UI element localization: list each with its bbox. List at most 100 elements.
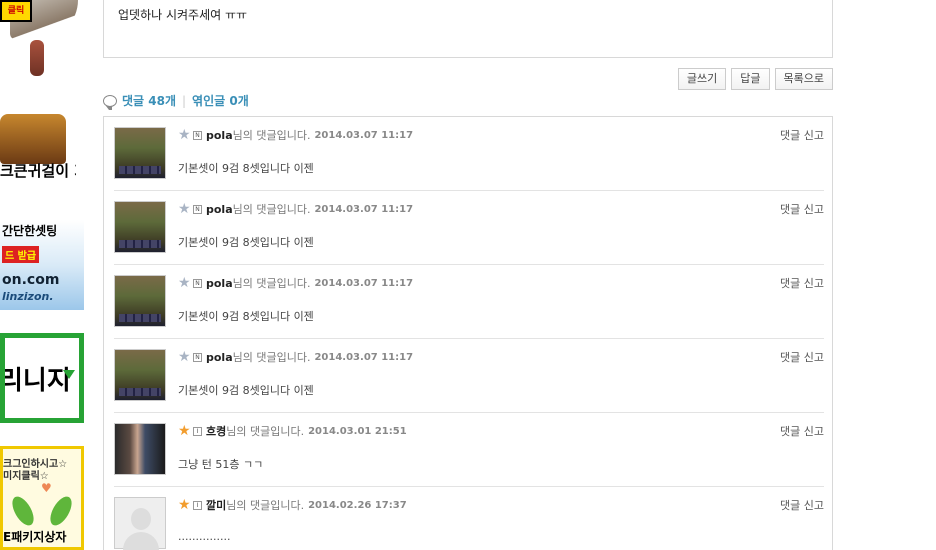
comment-author-suffix: 님의 댓글입니다. [226,499,305,512]
comment-author[interactable]: 깔미 [206,497,226,513]
banner-setting-line1: 간단한셋팅 [2,224,58,238]
comment-author[interactable]: pola [206,351,233,364]
star-rank-icon: ★ [178,349,191,365]
avatar[interactable] [114,127,166,179]
post-button-row: 글쓰기 답글 목록으로 [677,68,833,90]
comment-item: ★ I 깔미 님의 댓글입니다. 2014.02.26 17:37 댓글 신고......… [114,487,824,550]
comment-report-link[interactable]: 신고 [804,425,824,438]
heart-icon: ♥ [41,481,52,495]
comment-count-link[interactable]: 댓글 48개 [122,92,176,109]
star-rank-icon: ★ [178,127,191,143]
trackback-count-link[interactable]: 엮인글 0개 [192,92,249,109]
divider: | [182,93,187,108]
comment-meta: ★ I 흐켱 님의 댓글입니다. 2014.03.01 21:51 [178,423,407,439]
comment-author[interactable]: pola [206,203,233,216]
banner-lineage-text: 리니지 [0,366,71,396]
comment-actions: 댓글 신고 [780,349,824,365]
comment-author[interactable]: pola [206,129,233,142]
comment-reply-link[interactable]: 댓글 [780,277,800,290]
comment-report-link[interactable]: 신고 [804,129,824,142]
list-button[interactable]: 목록으로 [774,68,833,90]
bird-legs-image [30,40,44,76]
comment-reply-link[interactable]: 댓글 [780,351,800,364]
comment-actions: 댓글 신고 [780,497,824,513]
comment-body: ............... [178,530,231,543]
comment-item: ★ Npola 님의 댓글입니다. 2014.03.07 11:17 댓글 신고기본셋이… [114,191,824,265]
comment-body: 기본셋이 9검 8셋입니다 이젠 [178,310,314,323]
comment-reply-link[interactable]: 댓글 [780,425,800,438]
avatar[interactable] [114,275,166,327]
comment-actions: 댓글 신고 [780,275,824,291]
comment-meta: ★ Npola 님의 댓글입니다. 2014.03.07 11:17 [178,275,413,291]
comment-date: 2014.03.07 11:17 [314,129,414,141]
comment-item: ★ I 흐켱 님의 댓글입니다. 2014.03.01 21:51 댓글 신고그냥 턴 5… [114,413,824,487]
speech-bubble-icon [103,94,117,110]
comment-report-link[interactable]: 신고 [804,203,824,216]
comment-reply-link[interactable]: 댓글 [780,129,800,142]
banner-earring-text: 크큰귀걸이 가요 [0,162,76,180]
reply-button[interactable]: 답글 [731,68,770,90]
level-badge-icon: N [193,352,202,362]
level-badge-icon: N [193,130,202,140]
avatar[interactable] [114,497,166,550]
comment-report-link[interactable]: 신고 [804,499,824,512]
comment-date: 2014.03.07 11:17 [314,277,414,289]
level-badge-icon: N [193,204,202,214]
banner-setting-line2: on.com [2,272,60,288]
comment-report-link[interactable]: 신고 [804,351,824,364]
comment-meta: ★ Npola 님의 댓글입니다. 2014.03.07 11:17 [178,201,413,217]
star-rank-icon: ★ [178,201,191,217]
comment-body: 기본셋이 9검 8셋입니다 이젠 [178,384,314,397]
comment-list: ★ Npola 님의 댓글입니다. 2014.03.07 11:17 댓글 신고 기본셋이… [103,116,833,550]
comment-date: 2014.03.07 11:17 [314,203,414,215]
banner-package-line3: E패키지상자 [3,530,67,544]
level-badge-icon: I [193,500,202,510]
level-badge-icon: N [193,278,202,288]
banner-setting[interactable]: 간단한셋팅 드 받급 on.com linzizon. [0,220,84,310]
banner-package[interactable]: 크그인하시고☆ 미지클릭☆ ♥ E패키지상자 [0,446,84,550]
comment-item: ★ Npola 님의 댓글입니다. 2014.03.07 11:17 댓글 신고기본셋이… [114,339,824,413]
comment-date: 2014.02.26 17:37 [308,499,407,511]
comment-actions: 댓글 신고 [780,127,824,143]
avatar[interactable] [114,423,166,475]
comment-reply-link[interactable]: 댓글 [780,203,800,216]
comment-body: 기본셋이 9검 8셋입니다 이젠 [178,236,314,249]
comment-meta: ★ Npola 님의 댓글입니다. 2014.03.07 11:17 [178,349,413,365]
comment-report-link[interactable]: 신고 [804,277,824,290]
leaf-icon [8,493,38,529]
avatar[interactable] [114,349,166,401]
comment-actions: 댓글 신고 [780,423,824,439]
star-rank-icon: ★ [178,275,191,291]
comment-reply-link[interactable]: 댓글 [780,499,800,512]
comment-author-suffix: 님의 댓글입니다. [232,129,311,142]
star-rank-icon: ★ [178,497,191,513]
banner-package-line2: 미지클릭☆ [3,471,49,482]
banner-earring[interactable]: 크큰귀걸이 가요 [0,112,76,194]
banner-bird[interactable]: 클릭 [0,0,82,80]
comment-actions: 댓글 신고 [780,201,824,217]
comment-author-suffix: 님의 댓글입니다. [232,351,311,364]
comment-author[interactable]: pola [206,277,233,290]
comment-author-suffix: 님의 댓글입니다. [232,277,311,290]
comment-date: 2014.03.07 11:17 [314,351,414,363]
post-content-box: 업뎃하나 시켜주세여 ㅠㅠ [103,0,833,58]
write-button[interactable]: 글쓰기 [677,68,727,90]
banner-click-label: 클릭 [0,0,32,22]
comment-meta: ★ Npola 님의 댓글입니다. 2014.03.07 11:17 [178,127,413,143]
comment-item: ★ Npola 님의 댓글입니다. 2014.03.07 11:17 댓글 신고기본셋이… [114,117,824,191]
banner-lineage[interactable]: 리니지 [0,333,84,423]
post-body-text: 업뎃하나 시켜주세여 ㅠㅠ [118,8,248,22]
chest-image [0,114,66,164]
comment-body: 기본셋이 9검 8셋입니다 이젠 [178,162,314,175]
comment-meta: ★ I 깔미 님의 댓글입니다. 2014.02.26 17:37 [178,497,407,513]
comment-author-suffix: 님의 댓글입니다. [226,425,305,438]
banner-setting-badge: 드 받급 [2,246,40,263]
comment-author[interactable]: 흐켱 [206,423,226,439]
comment-item: ★ Npola 님의 댓글입니다. 2014.03.07 11:17 댓글 신고기본셋이… [114,265,824,339]
comment-author-suffix: 님의 댓글입니다. [232,203,311,216]
banner-setting-line3: linzizon. [2,290,54,303]
comment-count-bar: 댓글 48개 | 엮인글 0개 [103,92,249,110]
comment-body: 그냥 턴 51층 ㄱㄱ [178,458,264,471]
comment-date: 2014.03.01 21:51 [308,425,407,437]
avatar[interactable] [114,201,166,253]
